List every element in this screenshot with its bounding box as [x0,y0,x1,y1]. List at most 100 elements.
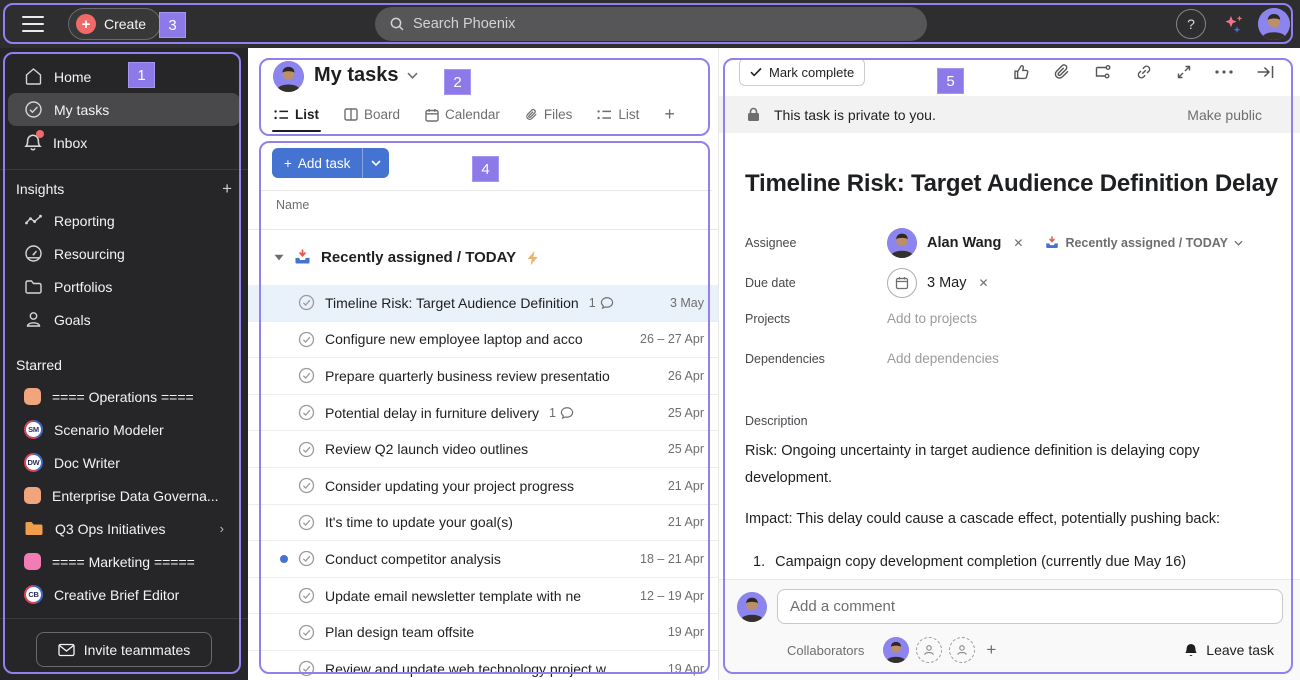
task-title[interactable]: Plan design team offsite [325,624,474,640]
add-collaborator-button[interactable]: + [986,640,996,660]
sidebar-item-operations[interactable]: ==== Operations ==== [8,380,240,413]
insights-add-button[interactable]: + [222,179,232,199]
task-check-circle-icon[interactable] [298,367,315,384]
task-row[interactable]: Consider updating your project progress 2… [248,468,718,505]
sidebar-item-reporting[interactable]: Reporting [8,204,240,237]
task-title[interactable]: Potential delay in furniture delivery [325,405,539,421]
search-bar[interactable] [375,7,927,41]
user-avatar[interactable] [1258,8,1290,40]
task-row[interactable]: Review Q2 launch video outlines 25 Apr [248,431,718,468]
task-title[interactable]: Timeline Risk: Target Audience Definitio… [325,295,579,311]
create-button[interactable]: + Create [68,8,162,40]
lock-icon [747,107,760,122]
collapse-triangle-icon[interactable] [274,254,284,261]
task-row[interactable]: Review and update web technology project… [248,651,718,680]
add-task-button[interactable]: + Add task [272,148,390,178]
assignee-section-dropdown[interactable]: Recently assigned / TODAY [1045,236,1243,250]
my-tasks-avatar [273,61,304,92]
copy-link-icon[interactable] [1135,63,1153,81]
collaborator-avatar[interactable] [883,637,910,663]
due-date-value[interactable]: 3 May [927,275,967,291]
make-public-button[interactable]: Make public [1187,107,1262,123]
task-row[interactable]: Update email newsletter template with ne… [248,578,718,615]
task-check-circle-icon[interactable] [298,624,315,641]
empty-collaborator-slot[interactable] [916,637,943,663]
sidebar-item-creative-brief-editor[interactable]: CB Creative Brief Editor [8,578,240,611]
sidebar-item-portfolios[interactable]: Portfolios [8,270,240,303]
subtasks-icon[interactable] [1093,64,1112,81]
sidebar-item-inbox[interactable]: Inbox [8,126,240,159]
tab-files[interactable]: Files [525,107,572,132]
help-label: ? [1187,16,1195,32]
attachment-paperclip-icon[interactable] [1054,63,1070,81]
add-task-dropdown[interactable] [362,148,390,178]
task-check-circle-icon[interactable] [298,477,315,494]
collapse-panel-icon[interactable] [1256,64,1274,80]
remove-assignee-icon[interactable]: ✕ [1011,236,1025,250]
sidebar-item-scenario-modeler[interactable]: SM Scenario Modeler [8,413,240,446]
add-tab-button[interactable]: + [664,104,675,135]
my-tasks-title[interactable]: My tasks [314,64,418,87]
task-title[interactable]: Consider updating your project progress [325,478,574,494]
hamburger-menu-icon[interactable] [22,14,44,34]
chevron-right-icon[interactable]: › [220,521,224,536]
mark-complete-button[interactable]: Mark complete [739,58,866,86]
like-thumbs-up-icon[interactable] [1013,63,1031,81]
assignee-avatar [887,228,917,258]
task-row[interactable]: Plan design team offsite 19 Apr [248,614,718,651]
task-check-circle-icon[interactable] [298,441,315,458]
calendar-icon[interactable] [887,268,917,298]
description-list-item[interactable]: 1. Campaign copy development completion … [753,554,1253,570]
task-row[interactable]: Prepare quarterly business review presen… [248,358,718,395]
tab-list[interactable]: List [271,107,322,132]
remove-due-date-icon[interactable]: ✕ [977,276,991,290]
add-to-projects-button[interactable]: Add to projects [887,311,977,326]
more-options-icon[interactable] [1215,70,1233,74]
search-input[interactable] [413,16,913,32]
task-row[interactable]: Conduct competitor analysis 18 – 21 Apr [248,541,718,578]
task-row[interactable]: Timeline Risk: Target Audience Definitio… [248,285,718,322]
sidebar-item-q3-ops-initiatives[interactable]: Q3 Ops Initiatives › [8,512,240,545]
tab-list[interactable]: List [597,107,639,132]
sidebar-item-marketing[interactable]: ==== Marketing ===== [8,545,240,578]
ai-sparkles-icon[interactable] [1222,14,1246,36]
sidebar-item-my-tasks[interactable]: My tasks [8,93,240,126]
empty-collaborator-slot[interactable] [949,637,976,663]
description-paragraph[interactable]: Impact: This delay could cause a cascade… [745,506,1250,533]
task-title[interactable]: Conduct competitor analysis [325,551,501,567]
description-paragraph[interactable]: Risk: Ongoing uncertainty in target audi… [745,438,1250,492]
task-check-circle-icon[interactable] [298,294,315,311]
sidebar-item-goals[interactable]: Goals [8,303,240,336]
task-check-circle-icon[interactable] [298,550,315,567]
tab-calendar[interactable]: Calendar [425,107,500,132]
sidebar-item-resourcing[interactable]: Resourcing [8,237,240,270]
task-title[interactable]: It's time to update your goal(s) [325,514,513,530]
help-button[interactable]: ? [1176,9,1206,39]
task-check-circle-icon[interactable] [298,331,315,348]
task-title[interactable]: Update email newsletter template with ne [325,588,581,604]
my-tasks-title-label: My tasks [314,64,399,86]
expand-fullscreen-icon[interactable] [1176,64,1192,80]
invite-teammates-button[interactable]: Invite teammates [36,632,212,667]
comment-input[interactable] [777,589,1283,624]
task-row[interactable]: Potential delay in furniture delivery 1 25… [248,395,718,432]
task-title[interactable]: Review and update web technology project… [325,661,606,677]
sidebar-item-home[interactable]: Home [8,60,240,93]
task-check-circle-icon[interactable] [298,404,315,421]
tab-board[interactable]: Board [344,107,400,132]
assignee-name[interactable]: Alan Wang [927,235,1001,251]
task-title[interactable]: Review Q2 launch video outlines [325,441,528,457]
notification-dot [36,130,44,138]
task-row[interactable]: Configure new employee laptop and accо 26… [248,322,718,359]
task-check-circle-icon[interactable] [298,514,315,531]
task-check-circle-icon[interactable] [298,587,315,604]
sidebar-item-doc-writer[interactable]: DW Doc Writer [8,446,240,479]
task-title-heading[interactable]: Timeline Risk: Target Audience Definitio… [745,170,1278,198]
task-row[interactable]: It's time to update your goal(s) 21 Apr [248,505,718,542]
leave-task-button[interactable]: Leave task [1184,642,1274,658]
task-title[interactable]: Configure new employee laptop and accо [325,331,583,347]
task-title[interactable]: Prepare quarterly business review presen… [325,368,610,384]
sidebar-item-enterprise-data-governa[interactable]: Enterprise Data Governa... [8,479,240,512]
add-dependencies-button[interactable]: Add dependencies [887,351,999,366]
task-check-circle-icon[interactable] [298,660,315,677]
